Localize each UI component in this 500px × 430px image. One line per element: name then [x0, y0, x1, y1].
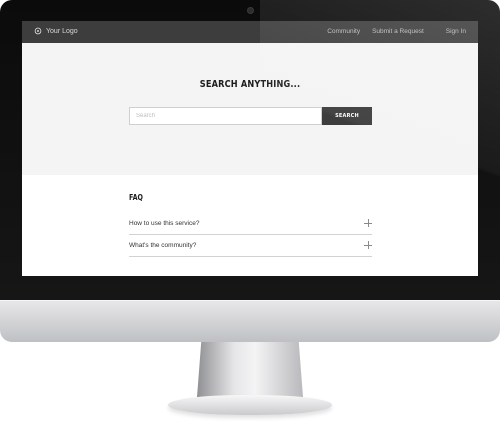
logo-icon [34, 27, 42, 35]
search-input[interactable] [129, 107, 322, 125]
nav-sign-in-link[interactable]: Sign In [446, 28, 466, 35]
faq-section: FAQ How to use this service? What's the … [129, 193, 372, 257]
faq-title: FAQ [129, 193, 143, 202]
plus-icon[interactable] [364, 219, 372, 227]
nav-links: Community Submit a Request Sign In [327, 28, 466, 35]
hero-section: SEARCH ANYTHING... SEARCH [22, 43, 478, 175]
nav-submit-request-link[interactable]: Submit a Request [372, 28, 424, 35]
faq-item[interactable]: How to use this service? [129, 213, 372, 235]
monitor-stand-neck [197, 342, 303, 397]
monitor-chin [0, 300, 500, 342]
logo-text: Your Logo [46, 27, 78, 35]
plus-icon[interactable] [364, 241, 372, 249]
screen: Your Logo Community Submit a Request Sig… [22, 21, 478, 276]
search-button[interactable]: SEARCH [322, 107, 372, 125]
faq-question: What's the community? [129, 242, 197, 249]
hero-title: SEARCH ANYTHING... [199, 79, 301, 90]
logo[interactable]: Your Logo [34, 27, 78, 35]
search-bar: SEARCH [129, 107, 372, 125]
faq-question: How to use this service? [129, 220, 200, 227]
top-navbar: Your Logo Community Submit a Request Sig… [22, 21, 478, 43]
faq-item[interactable]: What's the community? [129, 235, 372, 257]
camera-dot [247, 7, 254, 14]
nav-community-link[interactable]: Community [327, 28, 360, 35]
monitor-stand-base [168, 395, 332, 415]
monitor-bezel: Your Logo Community Submit a Request Sig… [0, 0, 500, 300]
